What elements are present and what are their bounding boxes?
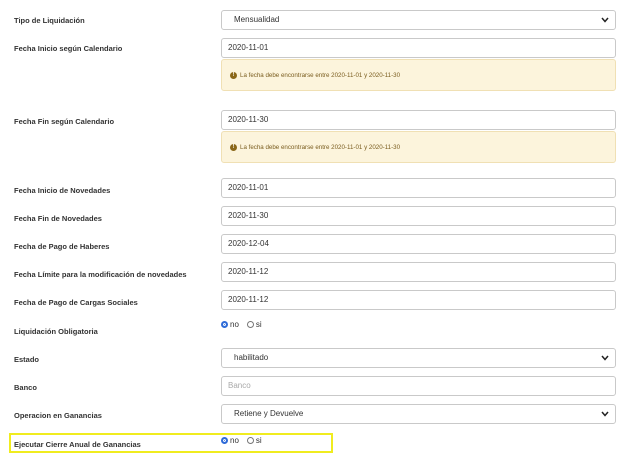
option-no-label: no: [230, 320, 239, 329]
fecha-fin-alert: ! La fecha debe encontrarse entre 2020-1…: [221, 131, 616, 163]
estado-select[interactable]: habilitado: [221, 348, 616, 368]
chevron-down-icon: [601, 349, 609, 367]
label-fecha-inicio-novedades: Fecha Inicio de Novedades: [14, 186, 111, 195]
option-si-label: si: [255, 320, 262, 329]
liquidacion-obligatoria-no-radio[interactable]: no: [221, 320, 239, 329]
exclamation-circle-icon: !: [230, 71, 237, 79]
label-banco: Banco: [14, 383, 37, 392]
fecha-fin-calendario-input[interactable]: 2020-11-30: [221, 110, 616, 130]
exclamation-circle-icon: !: [230, 143, 237, 151]
option-si-label: si: [255, 436, 262, 445]
label-fecha-limite-novedades: Fecha Límite para la modificación de nov…: [14, 270, 187, 279]
radio-selected-dot: [221, 321, 228, 328]
ejecutar-cierre-radios: no si: [221, 436, 270, 445]
fecha-inicio-novedades-input[interactable]: 2020-11-01: [221, 178, 616, 198]
fecha-inicio-alert: ! La fecha debe encontrarse entre 2020-1…: [221, 59, 616, 91]
operacion-ganancias-value: Retiene y Devuelve: [234, 409, 304, 418]
ejecutar-cierre-si-radio[interactable]: si: [246, 436, 262, 445]
radio-unselected-dot: [246, 321, 254, 328]
chevron-down-icon: [601, 11, 609, 29]
label-ejecutar-cierre: Ejecutar Cierre Anual de Ganancias: [14, 440, 141, 449]
label-fecha-inicio-calendario: Fecha Inicio según Calendario: [14, 44, 123, 53]
fecha-limite-novedades-input[interactable]: 2020-11-12: [221, 262, 616, 282]
label-fecha-pago-cargas: Fecha de Pago de Cargas Sociales: [14, 298, 138, 307]
liquidacion-obligatoria-si-radio[interactable]: si: [246, 320, 262, 329]
label-fecha-fin-calendario: Fecha Fin según Calendario: [14, 117, 115, 126]
label-fecha-pago-haberes: Fecha de Pago de Haberes: [14, 242, 110, 251]
liquidacion-obligatoria-radios: no si: [221, 320, 270, 329]
fecha-fin-alert-text: La fecha debe encontrarse entre 2020-11-…: [240, 143, 401, 151]
operacion-ganancias-select[interactable]: Retiene y Devuelve: [221, 404, 616, 424]
fecha-fin-novedades-input[interactable]: 2020-11-30: [221, 206, 616, 226]
radio-unselected-dot: [246, 437, 254, 444]
label-fecha-fin-novedades: Fecha Fin de Novedades: [14, 214, 102, 223]
fecha-inicio-calendario-input[interactable]: 2020-11-01: [221, 38, 616, 58]
label-liquidacion-obligatoria: Liquidación Obligatoria: [14, 327, 98, 336]
tipo-liquidacion-value: Mensualidad: [234, 15, 280, 24]
fecha-pago-haberes-input[interactable]: 2020-12-04: [221, 234, 616, 254]
option-no-label: no: [230, 436, 239, 445]
tipo-liquidacion-select[interactable]: Mensualidad: [221, 10, 616, 30]
radio-selected-dot: [221, 437, 228, 444]
fecha-pago-cargas-input[interactable]: 2020-11-12: [221, 290, 616, 310]
label-estado: Estado: [14, 355, 40, 364]
fecha-inicio-alert-text: La fecha debe encontrarse entre 2020-11-…: [240, 71, 401, 79]
chevron-down-icon: [601, 405, 609, 423]
estado-value: habilitado: [234, 353, 269, 362]
banco-input[interactable]: Banco: [221, 376, 616, 396]
ejecutar-cierre-no-radio[interactable]: no: [221, 436, 239, 445]
label-operacion-ganancias: Operacion en Ganancias: [14, 411, 102, 420]
label-tipo-liquidacion: Tipo de Liquidación: [14, 16, 85, 25]
